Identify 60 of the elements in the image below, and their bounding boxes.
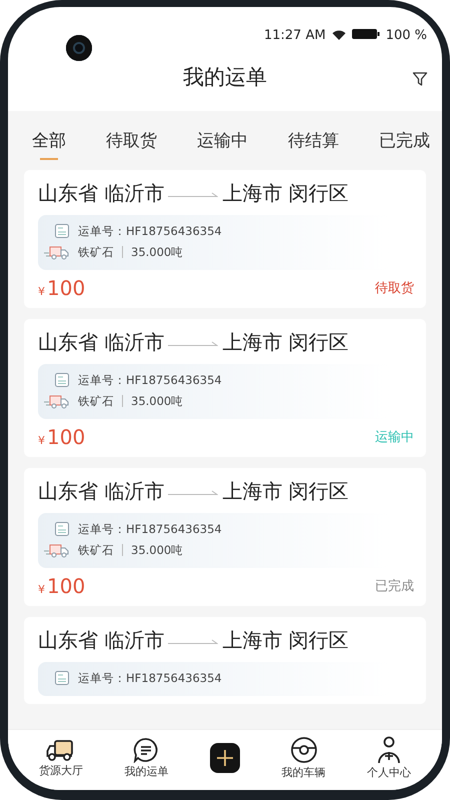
truck-icon: [46, 738, 76, 762]
origin-text: 山东省 临沂市: [38, 627, 164, 654]
order-status: 已完成: [375, 578, 414, 595]
status-time: 11:27 AM: [264, 28, 326, 43]
order-card[interactable]: 山东省 临沂市 上海市 闵行区 运单号：HF18756436354 铁矿石 35.000吨 ¥100 运输中: [24, 319, 426, 457]
order-card[interactable]: 山东省 临沂市 上海市 闵行区 运单号：HF18756436354 铁矿石 35.000吨 ¥100 待取货: [24, 170, 426, 308]
destination-text: 上海市 闵行区: [222, 627, 349, 654]
cargo-weight: 35.000吨: [131, 244, 184, 260]
price-amount: 100: [47, 574, 86, 598]
cargo-weight: 35.000吨: [131, 394, 184, 408]
nav-tab[interactable]: 我的运单: [124, 764, 168, 779]
currency-symbol: ¥: [38, 583, 45, 596]
page-title: 我的运单: [183, 64, 267, 91]
document-icon: [54, 521, 70, 537]
document-icon: [54, 372, 70, 388]
steering-wheel-icon: [290, 736, 318, 764]
cargo-weight: 35.000吨: [131, 542, 184, 558]
add-button[interactable]: [210, 743, 240, 773]
currency-symbol: ¥: [38, 285, 45, 298]
destination-text: 上海市 闵行区: [222, 478, 349, 505]
price-amount: 100: [47, 276, 86, 300]
order-card[interactable]: 山东省 临沂市 上海市 闵行区 运单号：HF18756436354 铁矿石 35.000吨 ¥100 已完成: [24, 468, 426, 606]
plus-icon: [216, 750, 233, 766]
price-amount: 100: [47, 425, 86, 449]
tab[interactable]: 待结算: [288, 129, 339, 160]
cargo-name: 铁矿石: [78, 244, 114, 260]
person-icon: [376, 736, 402, 764]
document-icon: [54, 223, 70, 239]
tab[interactable]: 运输中: [197, 129, 248, 160]
waybill-number: 运单号：HF18756436354: [78, 522, 222, 536]
document-icon: [54, 670, 70, 686]
camera-icon: [66, 35, 92, 61]
order-status: 待取货: [375, 280, 414, 297]
nav-tab[interactable]: 货源大厅: [38, 763, 83, 778]
wifi-icon: [332, 29, 346, 40]
tab[interactable]: 全部: [32, 129, 66, 160]
nav-tab[interactable]: 个人中心: [367, 765, 412, 780]
filter-icon: [412, 71, 428, 87]
battery-icon: [352, 28, 380, 40]
origin-text: 山东省 临沂市: [38, 180, 164, 207]
tab[interactable]: 待取货: [106, 129, 157, 160]
origin-text: 山东省 临沂市: [38, 329, 164, 356]
document-icon: [133, 737, 160, 763]
waybill-number: 运单号：HF18756436354: [78, 224, 222, 238]
destination-text: 上海市 闵行区: [222, 180, 349, 207]
destination-text: 上海市 闵行区: [222, 329, 349, 356]
nav-tab[interactable]: 我的车辆: [282, 765, 326, 780]
origin-text: 山东省 临沂市: [38, 478, 164, 505]
battery-level: 100 %: [386, 28, 427, 43]
order-status: 运输中: [375, 429, 414, 446]
tab[interactable]: 已完成: [379, 129, 430, 160]
truck-icon: [44, 542, 70, 558]
cargo-name: 铁矿石: [78, 542, 114, 558]
waybill-number: 运单号：HF18756436354: [78, 372, 222, 388]
truck-icon: [44, 393, 70, 409]
waybill-number: 运单号：HF18756436354: [78, 670, 222, 686]
truck-icon: [44, 244, 70, 260]
currency-symbol: ¥: [38, 434, 45, 447]
cargo-name: 铁矿石: [78, 394, 114, 408]
order-card[interactable]: 山东省 临沂市 上海市 闵行区 运单号：HF18756436354: [24, 617, 426, 704]
